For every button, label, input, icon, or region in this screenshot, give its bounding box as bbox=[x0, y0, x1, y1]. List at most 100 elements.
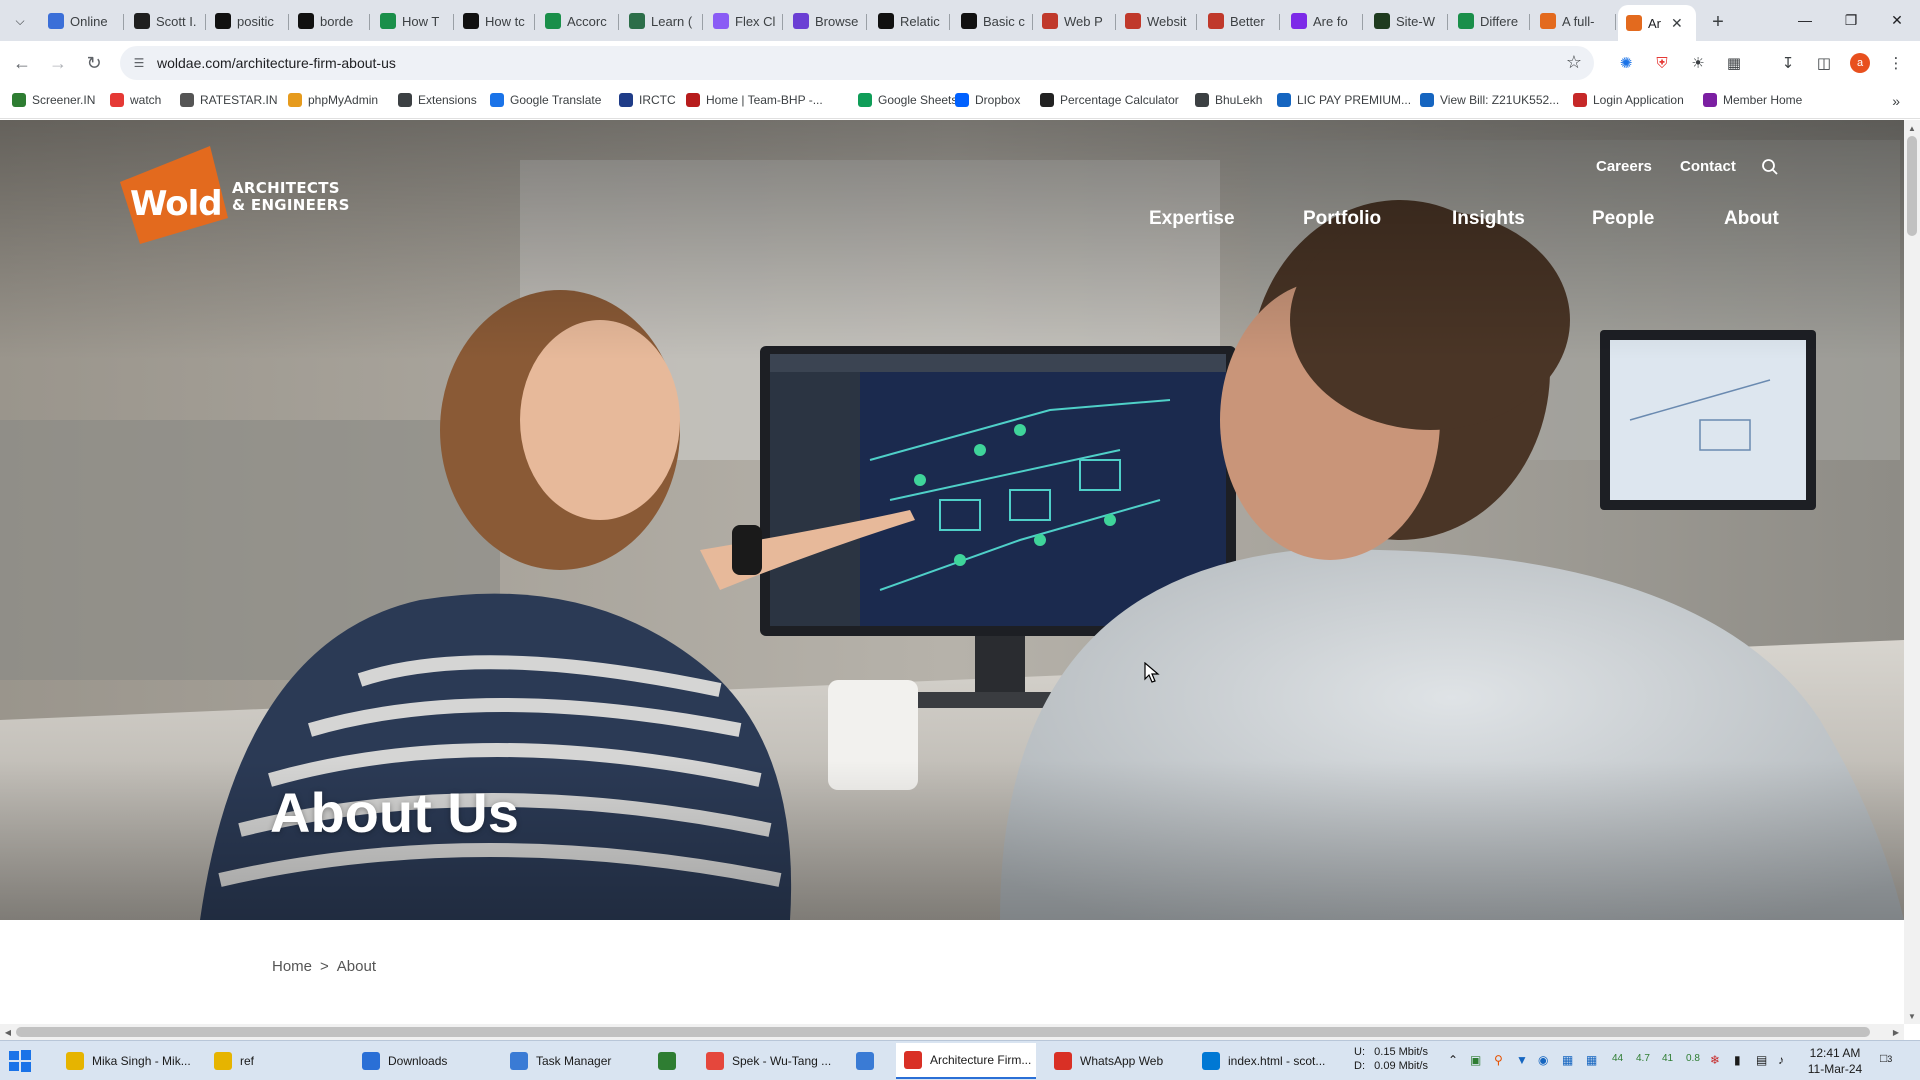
bookmark-item[interactable]: IRCTC bbox=[619, 93, 676, 107]
taskbar-item[interactable]: Downloads bbox=[354, 1043, 494, 1079]
close-tab-icon[interactable]: ✕ bbox=[1671, 15, 1683, 32]
bookmark-item[interactable]: Google Sheets bbox=[858, 93, 957, 107]
vertical-scrollbar[interactable]: ▲ ▼ bbox=[1904, 120, 1920, 1024]
taskbar-item[interactable]: Mika Singh - Mik... bbox=[58, 1043, 198, 1079]
extension-icon[interactable]: ✺ bbox=[1614, 51, 1638, 75]
browser-tab[interactable]: Online bbox=[40, 7, 124, 35]
minimize-button[interactable]: — bbox=[1782, 0, 1828, 40]
bookmark-item[interactable]: Screener.IN bbox=[12, 93, 95, 107]
nav-portfolio-link[interactable]: Portfolio bbox=[1303, 208, 1381, 230]
bookmark-item[interactable]: View Bill: Z21UK552... bbox=[1420, 93, 1559, 107]
bookmark-item[interactable]: Login Application bbox=[1573, 93, 1684, 107]
nav-contact-link[interactable]: Contact bbox=[1680, 158, 1736, 175]
tray-calendar-38-icon[interactable]: ▦ bbox=[1562, 1053, 1573, 1067]
scroll-right-arrow-icon[interactable]: ▶ bbox=[1888, 1024, 1904, 1040]
nav-people-link[interactable]: People bbox=[1592, 208, 1654, 230]
browser-tab[interactable]: borde bbox=[290, 7, 370, 35]
extensions-puzzle-icon[interactable]: ▦ bbox=[1722, 51, 1746, 75]
bookmark-item[interactable]: Google Translate bbox=[490, 93, 601, 107]
taskbar-item[interactable]: index.html - scot... bbox=[1194, 1043, 1340, 1079]
browser-menu-icon[interactable]: ⋮ bbox=[1884, 51, 1908, 75]
tray-overflow-chevron-icon[interactable]: ⌃ bbox=[1448, 1053, 1458, 1067]
side-panel-icon[interactable]: ◫ bbox=[1812, 51, 1836, 75]
nav-careers-link[interactable]: Careers bbox=[1596, 158, 1652, 175]
restore-button[interactable]: ❐ bbox=[1828, 0, 1874, 40]
bug-extension-icon[interactable]: ☀ bbox=[1686, 51, 1710, 75]
system-clock[interactable]: 12:41 AM 11-Mar-24 bbox=[1800, 1045, 1870, 1077]
bookmark-item[interactable]: Home | Team-BHP -... bbox=[686, 93, 823, 107]
scroll-left-arrow-icon[interactable]: ◀ bbox=[0, 1024, 16, 1040]
nav-about-link[interactable]: About bbox=[1724, 208, 1779, 230]
browser-tab[interactable]: A full- bbox=[1532, 7, 1616, 35]
bookmark-item[interactable]: LIC PAY PREMIUM... bbox=[1277, 93, 1411, 107]
tray-network-icon[interactable]: ▤ bbox=[1756, 1053, 1767, 1067]
tray-search-icon[interactable]: ⚲ bbox=[1494, 1053, 1503, 1067]
browser-tab[interactable]: How T bbox=[372, 7, 454, 35]
profile-avatar[interactable]: a bbox=[1848, 51, 1872, 75]
horizontal-scrollbar[interactable]: ◀ ▶ bbox=[0, 1024, 1904, 1040]
browser-tab[interactable]: Websit bbox=[1117, 7, 1197, 35]
tray-battery-icon[interactable]: ▮ bbox=[1734, 1053, 1741, 1067]
browser-tab[interactable]: Flex Cl bbox=[705, 7, 783, 35]
windows-start-icon[interactable] bbox=[8, 1049, 32, 1073]
downloads-icon[interactable]: ↧ bbox=[1776, 51, 1800, 75]
taskbar-item[interactable]: WhatsApp Web bbox=[1046, 1043, 1186, 1079]
vertical-scroll-thumb[interactable] bbox=[1907, 136, 1917, 236]
bookmark-item[interactable]: RATESTAR.IN bbox=[180, 93, 278, 107]
browser-tab[interactable]: Site-W bbox=[1366, 7, 1448, 35]
browser-tab[interactable]: Scott I. bbox=[126, 7, 206, 35]
breadcrumb-home-link[interactable]: Home bbox=[272, 958, 312, 975]
browser-tab[interactable]: How tc bbox=[455, 7, 535, 35]
tab-search-chevron-icon[interactable]: ⌵ bbox=[8, 9, 32, 33]
browser-tab[interactable]: Accorc bbox=[537, 7, 619, 35]
browser-tab[interactable]: Better bbox=[1200, 7, 1280, 35]
back-button[interactable]: ← bbox=[8, 49, 36, 77]
forward-button[interactable]: → bbox=[44, 49, 72, 77]
browser-tab[interactable]: Learn ( bbox=[621, 7, 703, 35]
bookmark-item[interactable]: phpMyAdmin bbox=[288, 93, 378, 107]
scroll-down-arrow-icon[interactable]: ▼ bbox=[1904, 1008, 1920, 1024]
notification-center-icon[interactable]: □3 bbox=[1880, 1051, 1900, 1071]
taskbar-item[interactable]: Architecture Firm... bbox=[896, 1043, 1036, 1079]
url-text[interactable]: woldae.com/architecture-firm-about-us bbox=[157, 55, 396, 71]
taskbar-item[interactable] bbox=[848, 1043, 888, 1079]
browser-tab[interactable]: Differe bbox=[1450, 7, 1530, 35]
browser-tab[interactable]: positic bbox=[207, 7, 289, 35]
scroll-up-arrow-icon[interactable]: ▲ bbox=[1904, 120, 1920, 136]
browser-tab[interactable]: Are fo bbox=[1283, 7, 1363, 35]
reload-button[interactable]: ↻ bbox=[80, 49, 108, 77]
tray-calendar-31-icon[interactable]: ▦ bbox=[1586, 1053, 1597, 1067]
bookmark-item[interactable]: Extensions bbox=[398, 93, 477, 107]
bookmark-item[interactable]: watch bbox=[110, 93, 161, 107]
tray-app-icon[interactable]: ▣ bbox=[1470, 1053, 1481, 1067]
bookmark-star-icon[interactable]: ☆ bbox=[1566, 52, 1582, 73]
taskbar-item[interactable] bbox=[650, 1043, 690, 1079]
search-icon[interactable] bbox=[1761, 158, 1779, 176]
address-bar[interactable]: ☰ woldae.com/architecture-firm-about-us … bbox=[120, 46, 1594, 80]
horizontal-scroll-thumb[interactable] bbox=[16, 1027, 1870, 1037]
taskbar-item[interactable]: Task Manager bbox=[502, 1043, 642, 1079]
browser-tab[interactable]: Relatic bbox=[870, 7, 950, 35]
browser-tab[interactable]: Browse bbox=[785, 7, 867, 35]
nav-insights-link[interactable]: Insights bbox=[1452, 208, 1525, 230]
new-tab-button[interactable]: + bbox=[1704, 8, 1732, 36]
tray-shield-icon[interactable]: ▼ bbox=[1516, 1053, 1528, 1067]
browser-tab[interactable]: Ar ✕ bbox=[1618, 5, 1696, 41]
tray-volume-icon[interactable]: ♪ bbox=[1778, 1053, 1784, 1067]
bookmark-item[interactable]: Member Home bbox=[1703, 93, 1802, 107]
browser-tab[interactable]: Web P bbox=[1034, 7, 1116, 35]
nav-expertise-link[interactable]: Expertise bbox=[1149, 208, 1235, 230]
bookmark-item[interactable]: Dropbox bbox=[955, 93, 1020, 107]
close-window-button[interactable]: ✕ bbox=[1874, 0, 1920, 40]
taskbar-item[interactable]: ref bbox=[206, 1043, 346, 1079]
shield-extension-icon[interactable]: ⛨ bbox=[1650, 51, 1674, 75]
more-bookmarks-icon[interactable]: » bbox=[1892, 93, 1900, 109]
bookmark-item[interactable]: BhuLekh bbox=[1195, 93, 1262, 107]
taskbar-item[interactable]: Spek - Wu-Tang ... bbox=[698, 1043, 838, 1079]
browser-tab[interactable]: Basic c bbox=[953, 7, 1033, 35]
tray-globe-icon[interactable]: ◉ bbox=[1538, 1053, 1548, 1067]
tray-snowflake-icon[interactable]: ❄ bbox=[1710, 1053, 1720, 1067]
site-info-icon[interactable]: ☰ bbox=[130, 54, 148, 72]
wold-logo[interactable]: Wold ARCHITECTS & ENGINEERS bbox=[120, 146, 380, 246]
bookmark-item[interactable]: Percentage Calculator bbox=[1040, 93, 1179, 107]
